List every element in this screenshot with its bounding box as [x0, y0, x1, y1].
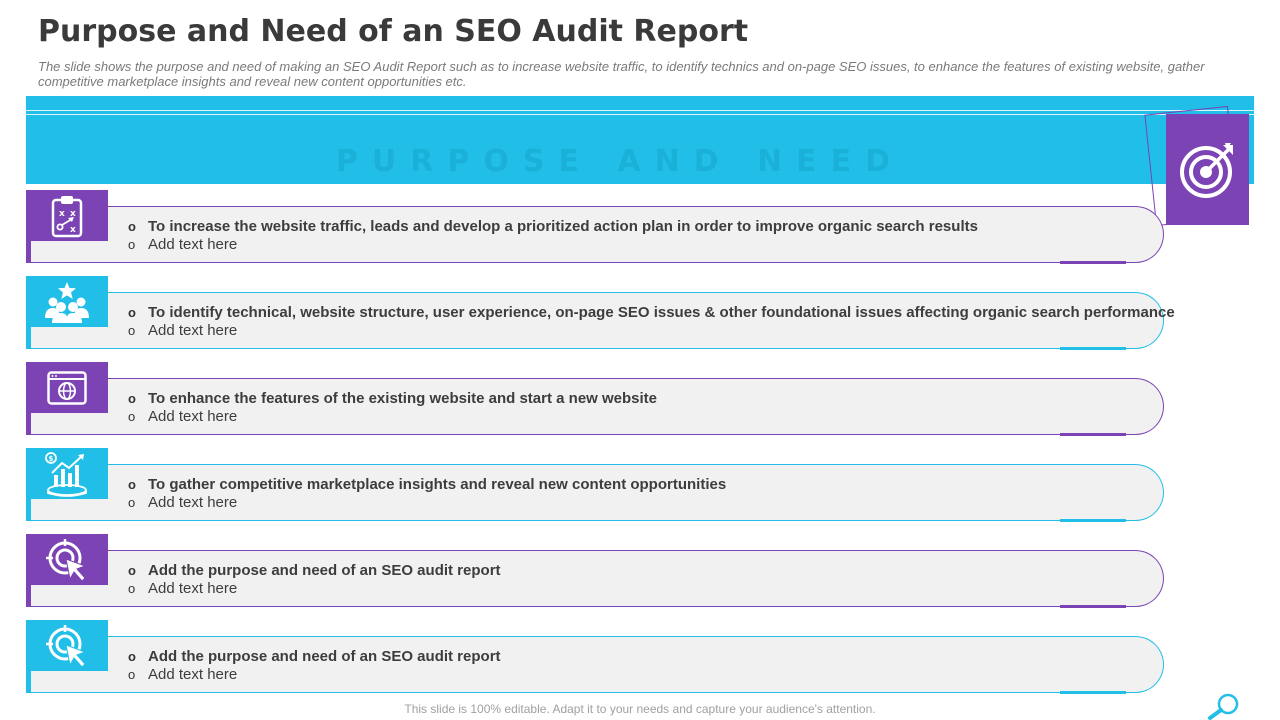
strategy-clipboard-icon: x x x [51, 195, 83, 237]
list-item: o Add the purpose and need of an SEO audi… [26, 534, 1166, 609]
list-item: x x x o To increase the website traffic, … [26, 190, 1166, 265]
svg-text:x: x [59, 209, 65, 219]
list-item: o Add the purpose and need of an SEO audi… [26, 620, 1166, 695]
row-sub-text: Add text here [148, 322, 238, 339]
target-badge [1166, 114, 1249, 225]
row-main-text: To enhance the features of the existing … [148, 390, 658, 407]
search-icon[interactable] [1206, 692, 1242, 720]
row-main-text: To gather competitive marketplace insigh… [148, 476, 727, 493]
page-subtitle: The slide shows the purpose and need of … [38, 59, 1205, 89]
list-item: o To enhance the features of the existing… [26, 362, 1166, 437]
row-sub-text: Add text here [148, 236, 238, 253]
svg-text:x: x [70, 225, 76, 235]
row-main-text: Add the purpose and need of an SEO audit… [148, 562, 501, 579]
row-icon-box [26, 620, 108, 671]
target-arrow-icon [1179, 142, 1233, 198]
web-browser-globe-icon [47, 370, 87, 405]
row-icon-box [26, 362, 108, 413]
list-item: $ o To gather competitive marketplace ins… [26, 448, 1166, 523]
footer-note: This slide is 100% editable. Adapt it to… [404, 702, 876, 716]
row-main-text: To identify technical, website structure… [148, 304, 1175, 321]
page-title: Purpose and Need of an SEO Audit Report [38, 14, 749, 49]
target-cursor-icon [46, 624, 87, 668]
target-cursor-icon [46, 538, 87, 582]
team-star-icon [45, 281, 89, 323]
row-sub-text: Add text here [148, 580, 238, 597]
row-icon-box: x x x [26, 190, 108, 241]
row-icon-box: $ [26, 448, 108, 499]
row-main-text: To increase the website traffic, leads a… [148, 218, 978, 235]
row-sub-text: Add text here [148, 666, 238, 683]
banner-heading: PURPOSE AND NEED [335, 144, 905, 179]
row-sub-text: Add text here [148, 494, 238, 511]
row-icon-box [26, 276, 108, 327]
row-main-text: Add the purpose and need of an SEO audit… [148, 648, 501, 665]
list-item: o To identify technical, website structur… [26, 276, 1175, 351]
row-sub-text: Add text here [148, 408, 238, 425]
row-icon-box [26, 534, 108, 585]
market-growth-chart-icon: $ [45, 451, 87, 497]
svg-text:$: $ [49, 455, 54, 463]
